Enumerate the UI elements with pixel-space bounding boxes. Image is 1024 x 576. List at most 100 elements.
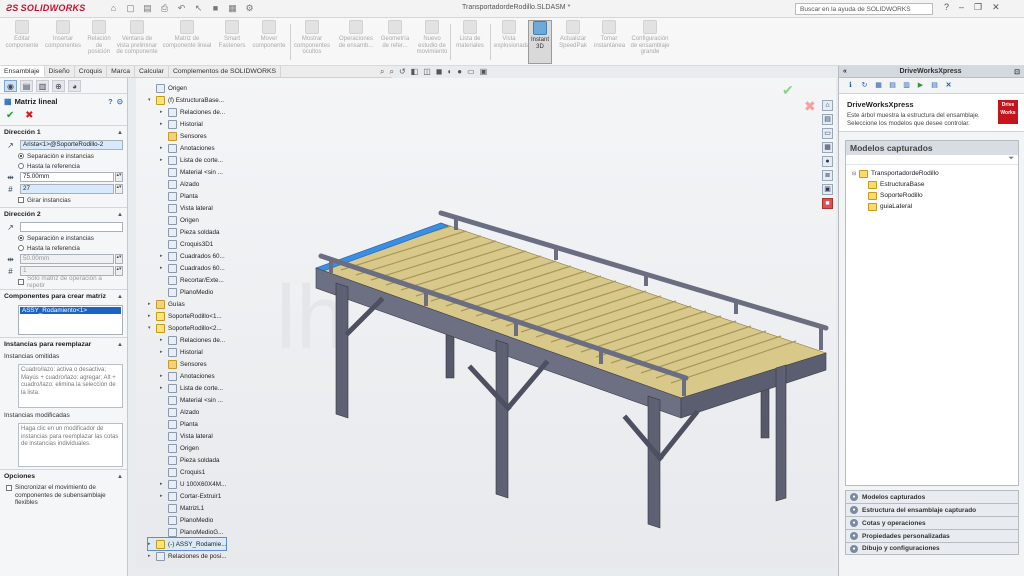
ribbon-button[interactable]: Editar componente: [4, 20, 40, 64]
tree-node[interactable]: Origen: [160, 214, 199, 226]
tree-node[interactable]: ▸ Relaciones de posi...: [148, 550, 226, 562]
select-icon[interactable]: ↖: [193, 3, 204, 14]
ribbon-button[interactable]: Instant 3D: [528, 20, 552, 64]
refresh-icon[interactable]: ↻: [859, 81, 870, 91]
pane-pin-icon[interactable]: ⊡: [1014, 68, 1020, 76]
direction2-edge-field[interactable]: [20, 222, 123, 232]
ribbon-button[interactable]: Relación de posición: [84, 20, 114, 64]
collapse-icon[interactable]: ▲: [117, 130, 123, 136]
capture-icon[interactable]: ▦: [873, 81, 884, 91]
confirm-corner-ok-icon[interactable]: ✔: [782, 82, 794, 99]
ribbon-button[interactable]: Operaciones de ensamb...: [336, 20, 376, 64]
tree-node[interactable]: Sensores: [160, 358, 207, 370]
direction2-group[interactable]: Dirección 2 ▲: [0, 207, 127, 221]
tree-node[interactable]: Material <sin ...: [160, 166, 223, 178]
tree-node[interactable]: Sensores: [160, 130, 207, 142]
ribbon-button[interactable]: Mover componente: [250, 20, 288, 64]
expand-arrow-icon[interactable]: ▸: [160, 157, 166, 163]
tree-node[interactable]: PlanoMedio: [160, 514, 213, 526]
dir1-spacing-input[interactable]: 75.00mm: [20, 172, 114, 182]
restore-icon[interactable]: ❐: [974, 2, 982, 13]
tree-node[interactable]: ▸ SoporteRodillo<1...: [148, 310, 222, 322]
captured-root[interactable]: ⊟ TransportadordeRodillo: [852, 168, 1012, 179]
view-settings-icon[interactable]: ▣: [480, 67, 488, 77]
tree-node[interactable]: ▸ Lista de corte...: [160, 154, 223, 166]
collapse-icon[interactable]: ▲: [117, 474, 123, 480]
expand-arrow-icon[interactable]: ▸: [160, 253, 166, 259]
tree-node[interactable]: MatrizL1: [160, 502, 204, 514]
tree-node[interactable]: Vista lateral: [160, 202, 213, 214]
components-list[interactable]: ASSY_Rodamiento<1>: [18, 305, 123, 335]
rebuild-icon[interactable]: ■: [210, 3, 221, 14]
tree-node[interactable]: PlanoMedioG...: [160, 526, 223, 538]
tree-node[interactable]: Origen: [160, 442, 199, 454]
previous-view-icon[interactable]: ↺: [399, 67, 406, 77]
dir1-instances-spinner[interactable]: ▴▾: [115, 184, 123, 194]
tree-node[interactable]: ▸ Lista de corte...: [160, 382, 223, 394]
ribbon-button[interactable]: Ventana de vista preliminar de component…: [116, 20, 158, 64]
captured-model-item[interactable]: EstructuraBase: [852, 179, 1012, 190]
confirm-corner-cancel-icon[interactable]: ✖: [804, 98, 816, 115]
filter-icon[interactable]: ⏷: [1008, 155, 1014, 162]
collapse-icon[interactable]: ▲: [117, 294, 123, 300]
tree-node[interactable]: Alzado: [160, 178, 199, 190]
tree-node[interactable]: ▸ Guías: [148, 298, 185, 310]
view-palette-icon[interactable]: ▦: [822, 142, 833, 153]
tree-node[interactable]: ▸ U 100X60X4M...: [160, 478, 226, 490]
tab-calcular[interactable]: Calcular: [135, 66, 169, 77]
minimize-icon[interactable]: –: [959, 2, 964, 13]
reverse-direction-icon[interactable]: ↗: [4, 141, 17, 150]
tree-node[interactable]: Material <sin ...: [160, 394, 223, 406]
section-0[interactable]: ● Modelos capturados: [845, 490, 1019, 503]
ribbon-button[interactable]: Lista de materiales: [452, 20, 488, 64]
captured-model-item[interactable]: SoporteRodillo: [852, 190, 1012, 201]
dir1-spacing-radio[interactable]: Separación e instancias: [0, 151, 127, 161]
info-icon[interactable]: ℹ: [845, 81, 856, 91]
tree-node[interactable]: ▸ Cortar-Extruir1: [160, 490, 221, 502]
close-project-icon[interactable]: ✕: [943, 81, 954, 91]
dir1-spacing-spinner[interactable]: ▴▾: [115, 172, 123, 182]
tree-node[interactable]: PlanoMedio: [160, 286, 213, 298]
direction1-edge-field[interactable]: Arista<1>@SoporteRodillo-2: [20, 140, 123, 150]
expand-arrow-icon[interactable]: ▸: [160, 385, 166, 391]
section-view-icon[interactable]: ◧: [411, 67, 419, 77]
tree-node[interactable]: ▸ Relaciones de...: [160, 106, 225, 118]
tree-node[interactable]: ▾ (f) EstructuraBase...: [148, 94, 224, 106]
undo-icon[interactable]: ↶: [176, 3, 187, 14]
sync-flexible-checkbox[interactable]: Sincronizar el movimiento de componentes…: [0, 483, 127, 508]
expand-arrow-icon[interactable]: ▸: [148, 301, 154, 307]
ribbon-button[interactable]: Tomar instantánea: [594, 20, 625, 64]
conveyor-3d-model[interactable]: lh: [136, 78, 836, 568]
reverse-direction-icon[interactable]: ↗: [4, 223, 17, 232]
driveworks-icon[interactable]: ■: [822, 198, 833, 209]
tree-node[interactable]: Pieza soldada: [160, 454, 220, 466]
collapse-arrow-icon[interactable]: ▾: [148, 97, 154, 103]
configuration-manager-icon[interactable]: ▥: [36, 80, 49, 92]
dir2-reference-radio[interactable]: Hasta la referencia: [0, 243, 127, 253]
history-icon[interactable]: ▤: [929, 81, 940, 91]
tab-marca[interactable]: Marca: [107, 66, 135, 77]
section-1[interactable]: ● Estructura del ensamblaje capturado: [845, 503, 1019, 516]
ribbon-button[interactable]: Smart Fasteners: [218, 20, 246, 64]
omitted-instances-box[interactable]: Cuadro/lazo: activa o desactiva; Mayús +…: [18, 364, 123, 408]
zoom-to-fit-icon[interactable]: ⌕: [380, 67, 384, 77]
expand-arrow-icon[interactable]: ▸: [148, 541, 154, 547]
expand-arrow-icon[interactable]: ▸: [148, 553, 154, 559]
tree-node[interactable]: Origen: [148, 82, 187, 94]
property-manager-icon[interactable]: ▤: [20, 80, 33, 92]
run-icon[interactable]: ▶: [915, 81, 926, 91]
ribbon-button[interactable]: Matriz de componente lineal: [160, 20, 214, 64]
tasks-icon[interactable]: ▥: [901, 81, 912, 91]
collapse-icon[interactable]: ▲: [117, 342, 123, 348]
expand-arrow-icon[interactable]: ▸: [160, 349, 166, 355]
help-circle-icon[interactable]: ?: [108, 97, 113, 106]
dir1-reference-radio[interactable]: Hasta la referencia: [0, 161, 127, 171]
solidworks-resources-icon[interactable]: ⌂: [822, 100, 833, 111]
dir2-spacing-input[interactable]: 50.00mm: [20, 254, 114, 264]
feature-manager-icon[interactable]: ◉: [4, 80, 17, 92]
expand-arrow-icon[interactable]: ▸: [160, 481, 166, 487]
print-icon[interactable]: ⎙: [159, 3, 170, 14]
tree-node[interactable]: ▸ (-) ASSY_Rodamie...: [146, 537, 228, 551]
ok-check-icon[interactable]: ✔: [6, 110, 14, 121]
options-gear-icon[interactable]: ⚙: [244, 3, 255, 14]
